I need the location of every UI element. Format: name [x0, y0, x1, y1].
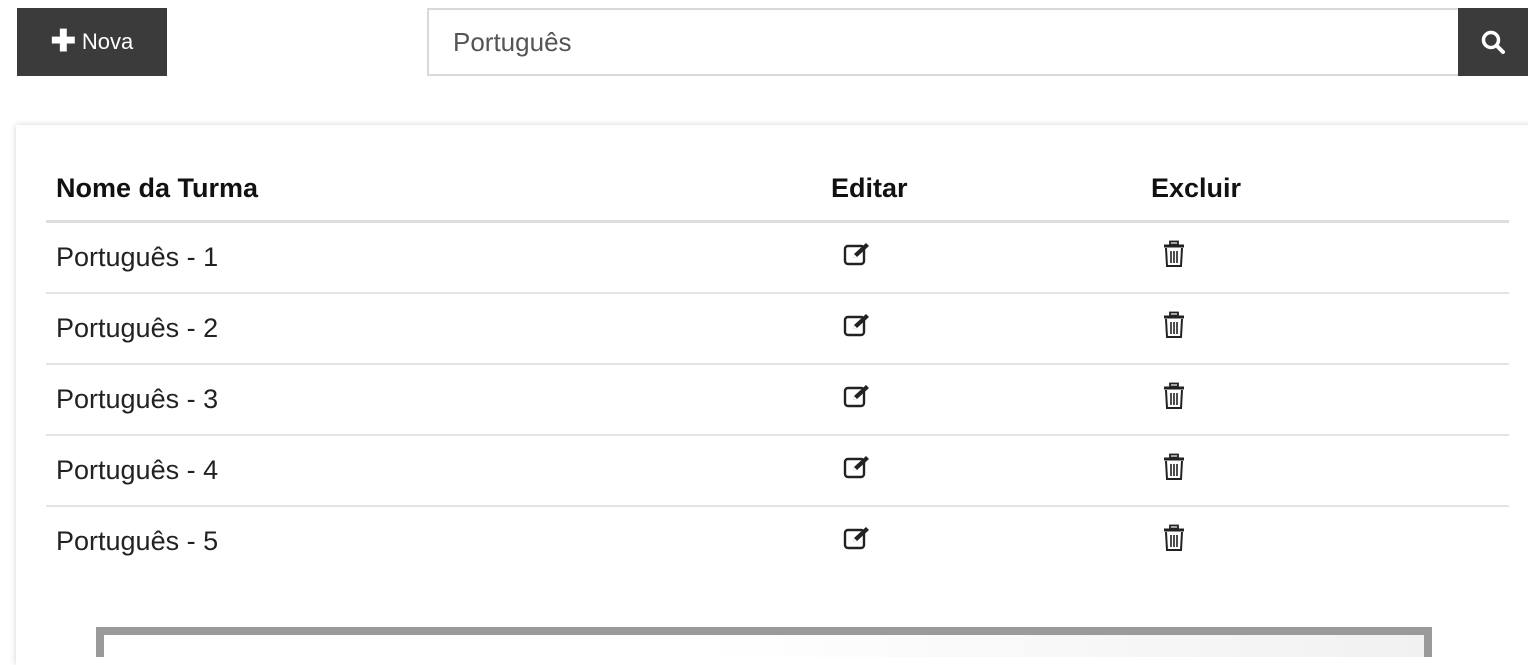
delete-cell	[1141, 435, 1509, 507]
edit-cell	[821, 364, 1141, 436]
trash-icon[interactable]	[1151, 382, 1185, 417]
delete-cell	[1141, 221, 1509, 294]
trash-icon[interactable]	[1151, 311, 1185, 346]
table-row: Português - 3	[46, 364, 1509, 436]
header-edit: Editar	[821, 157, 1141, 223]
delete-cell	[1141, 364, 1509, 436]
table-row: Português - 5	[46, 506, 1509, 576]
search-input[interactable]	[427, 8, 1458, 76]
edit-icon[interactable]	[831, 525, 873, 558]
new-class-label: Nova	[81, 29, 134, 54]
table-header-row: Nome da Turma Editar Excluir	[46, 157, 1509, 223]
classes-panel: Nome da Turma Editar Excluir Português -…	[16, 125, 1528, 665]
new-class-button[interactable]: ✚ Nova	[17, 8, 167, 76]
edit-icon[interactable]	[831, 454, 873, 487]
edit-cell	[821, 506, 1141, 576]
trash-icon[interactable]	[1151, 240, 1185, 275]
edit-icon[interactable]	[831, 312, 873, 345]
search-bar	[427, 8, 1528, 76]
plus-icon: ✚	[50, 25, 76, 58]
search-icon	[1481, 30, 1505, 54]
table-row: Português - 1	[46, 221, 1509, 294]
edit-cell	[821, 293, 1141, 365]
class-name-cell: Português - 2	[46, 293, 821, 365]
table-row: Português - 4	[46, 435, 1509, 507]
delete-cell	[1141, 293, 1509, 365]
edit-icon[interactable]	[831, 383, 873, 416]
trash-icon[interactable]	[1151, 453, 1185, 488]
edit-icon[interactable]	[831, 241, 873, 274]
table-row: Português - 2	[46, 293, 1509, 365]
table-body: Português - 1 Português - 2 Português - 3P…	[46, 221, 1509, 577]
class-name-cell: Português - 3	[46, 364, 821, 436]
edit-cell	[821, 435, 1141, 507]
delete-cell	[1141, 506, 1509, 576]
header-delete: Excluir	[1141, 157, 1509, 223]
trash-icon[interactable]	[1151, 524, 1185, 559]
bottom-panel	[96, 627, 1432, 657]
class-name-cell: Português - 4	[46, 435, 821, 507]
header-class-name: Nome da Turma	[46, 157, 821, 223]
class-name-cell: Português - 1	[46, 221, 821, 294]
classes-table: Nome da Turma Editar Excluir Português -…	[46, 157, 1509, 576]
class-name-cell: Português - 5	[56, 526, 219, 556]
search-button[interactable]	[1458, 8, 1528, 76]
edit-cell	[821, 221, 1141, 294]
